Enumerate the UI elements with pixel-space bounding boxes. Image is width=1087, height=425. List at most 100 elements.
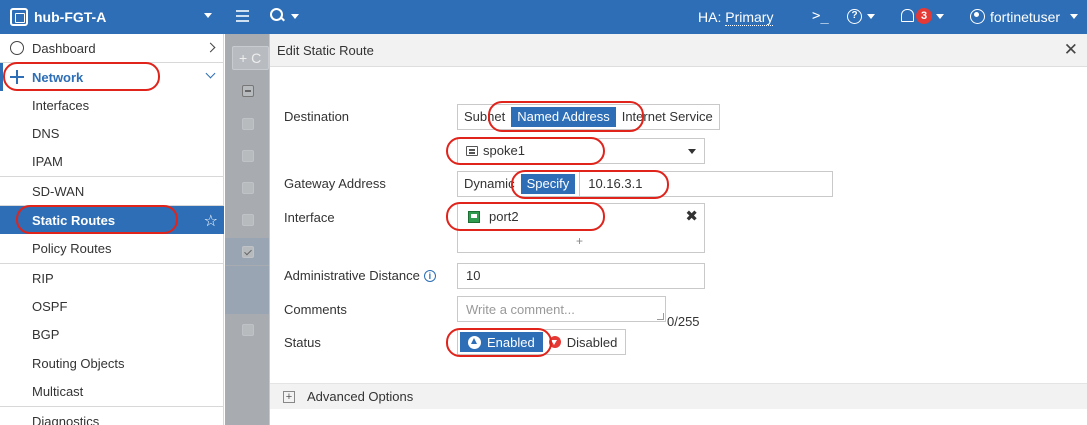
admin-distance-label: Administrative Distance i [284, 268, 436, 283]
gateway-type-selector[interactable]: Dynamic Specify 10.16.3.1 [457, 171, 833, 197]
sidebar-item-bgp[interactable]: BGP [0, 320, 224, 348]
arrow-down-circle-icon [548, 336, 561, 348]
table-row [225, 266, 269, 314]
gateway-address-input[interactable]: 10.16.3.1 [579, 172, 832, 196]
destination-type-selector[interactable]: Subnet Named Address Internet Service [457, 104, 720, 130]
info-icon[interactable]: i [423, 270, 436, 282]
status-toggle[interactable]: Enabled Disabled [457, 329, 627, 355]
sidebar-item-policy-routes[interactable]: Policy Routes [0, 234, 224, 262]
interface-label: Interface [284, 210, 335, 225]
sidebar-item-label: Network [32, 69, 84, 85]
address-object-icon [466, 146, 478, 156]
sidebar-item-sd-wan[interactable]: SD-WAN [0, 177, 224, 205]
chevron-down-icon [205, 68, 216, 79]
chevron-down-icon [688, 149, 696, 154]
status-disabled-option[interactable]: Disabled [545, 330, 626, 354]
create-new-button: + C [232, 46, 269, 70]
sidebar-item-diagnostics[interactable]: Diagnostics [0, 407, 224, 425]
menu-toggle-icon[interactable] [236, 10, 249, 22]
destination-label: Destination [284, 109, 350, 124]
sidebar: Dashboard Network Interfaces DNS IPAM SD… [0, 34, 224, 425]
dialog-header: Edit Static Route ✕ [270, 34, 1087, 67]
interface-value: port2 [489, 209, 519, 224]
row-checkbox [242, 150, 254, 162]
search-icon[interactable] [270, 8, 284, 22]
dialog-title: Edit Static Route [277, 43, 374, 58]
named-address-select[interactable]: spoke1 [457, 138, 705, 164]
row-checkbox [242, 182, 254, 194]
advanced-options-label: Advanced Options [307, 389, 414, 404]
dashboard-icon [10, 41, 24, 55]
row-checkbox-checked [242, 246, 254, 258]
comments-char-count: 0/255 [667, 314, 700, 329]
status-enabled-option[interactable]: Enabled [460, 332, 543, 352]
status-label: Status [284, 335, 321, 350]
user-avatar-icon[interactable] [970, 9, 985, 24]
fortigate-device-icon [10, 8, 28, 26]
search-dropdown-caret-icon[interactable] [291, 14, 299, 19]
ha-label: HA: [698, 9, 722, 25]
destination-option-subnet[interactable]: Subnet [458, 105, 511, 129]
arrow-up-circle-icon [468, 335, 481, 349]
sidebar-item-label: SD-WAN [32, 183, 85, 199]
device-selector[interactable]: hub-FGT-A [10, 0, 106, 34]
row-checkbox [242, 118, 254, 130]
sidebar-item-dashboard[interactable]: Dashboard [0, 34, 224, 62]
sidebar-item-label: DNS [32, 125, 60, 141]
destination-option-internet-service[interactable]: Internet Service [616, 105, 719, 129]
comments-textarea[interactable]: Write a comment... [457, 296, 666, 322]
notification-dropdown-caret-icon[interactable] [936, 14, 944, 19]
gateway-option-specify[interactable]: Specify [520, 174, 576, 194]
device-name: hub-FGT-A [34, 9, 107, 25]
sidebar-item-static-routes[interactable]: Static Routes ☆ [0, 206, 224, 234]
favorite-star-icon[interactable]: ☆ [204, 211, 218, 231]
sidebar-item-label: Multicast [32, 383, 84, 399]
sidebar-item-routing-objects[interactable]: Routing Objects [0, 349, 224, 377]
notification-bell-icon[interactable] [901, 9, 914, 22]
close-icon[interactable]: ✕ [1064, 40, 1078, 60]
named-address-value: spoke1 [483, 143, 525, 158]
ha-value[interactable]: Primary [725, 9, 774, 26]
interface-select[interactable]: port2 ✖ + [457, 203, 705, 253]
sidebar-item-rip[interactable]: RIP [0, 264, 224, 292]
sidebar-item-network[interactable]: Network [0, 63, 224, 91]
sidebar-item-ospf[interactable]: OSPF [0, 292, 224, 320]
sidebar-item-label: OSPF [32, 298, 68, 314]
help-dropdown-caret-icon[interactable] [867, 14, 875, 19]
user-dropdown-caret-icon[interactable] [1070, 14, 1078, 19]
select-all-checkbox [242, 85, 254, 97]
status-enabled-label: Enabled [487, 334, 535, 350]
sidebar-item-label: Dashboard [32, 40, 96, 56]
sidebar-item-label: Policy Routes [32, 240, 112, 256]
sidebar-item-interfaces[interactable]: Interfaces [0, 91, 224, 119]
sidebar-item-multicast[interactable]: Multicast [0, 377, 224, 405]
status-disabled-label: Disabled [566, 334, 618, 350]
destination-option-named-address[interactable]: Named Address [511, 107, 616, 127]
advanced-options-toggle[interactable]: + Advanced Options [270, 383, 1087, 409]
notification-count-badge[interactable]: 3 [916, 8, 932, 24]
add-interface-icon[interactable]: + [576, 234, 583, 248]
remove-interface-icon[interactable]: ✖ [685, 207, 698, 225]
top-bar: hub-FGT-A HA: Primary >_ ? 3 fortinetuse… [0, 0, 1087, 34]
help-icon[interactable]: ? [847, 9, 862, 24]
cli-console-icon[interactable]: >_ [812, 8, 829, 24]
port-icon [468, 211, 480, 223]
edit-static-route-dialog: Edit Static Route ✕ Destination Subnet N… [269, 34, 1087, 425]
sidebar-item-label: IPAM [32, 153, 63, 169]
gateway-option-dynamic[interactable]: Dynamic [458, 172, 521, 196]
sidebar-item-dns[interactable]: DNS [0, 119, 224, 147]
device-dropdown-caret-icon[interactable] [204, 13, 212, 18]
admin-distance-label-text: Administrative Distance [284, 268, 420, 283]
chevron-right-icon [205, 42, 216, 53]
sidebar-item-label: BGP [32, 326, 60, 342]
expand-plus-icon[interactable]: + [283, 391, 295, 403]
username[interactable]: fortinetuser [990, 9, 1060, 25]
sidebar-item-ipam[interactable]: IPAM [0, 147, 224, 175]
sidebar-item-label: RIP [32, 270, 54, 286]
comments-label: Comments [284, 302, 347, 317]
ha-status[interactable]: HA: Primary [698, 9, 774, 26]
network-icon [10, 70, 24, 84]
sidebar-item-label: Interfaces [32, 97, 90, 113]
row-checkbox [242, 324, 254, 336]
admin-distance-input[interactable]: 10 [457, 263, 705, 289]
